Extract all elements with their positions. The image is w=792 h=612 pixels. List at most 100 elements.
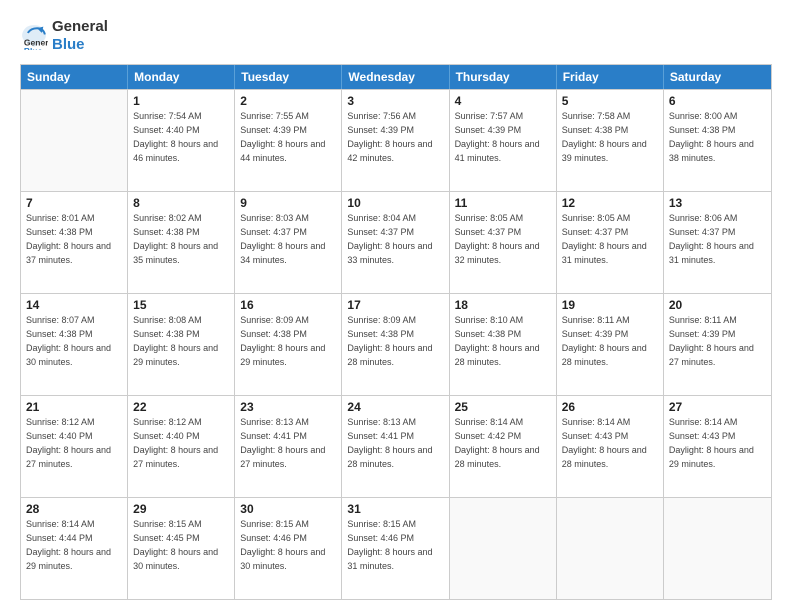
day-number: 24 <box>347 399 443 415</box>
cell-info: Sunrise: 8:12 AMSunset: 4:40 PMDaylight:… <box>133 417 218 468</box>
day-header-friday: Friday <box>557 65 664 89</box>
logo-icon: General Blue <box>20 22 48 50</box>
cell-info: Sunrise: 8:13 AMSunset: 4:41 PMDaylight:… <box>347 417 432 468</box>
day-number: 5 <box>562 93 658 109</box>
cell-info: Sunrise: 8:07 AMSunset: 4:38 PMDaylight:… <box>26 315 111 366</box>
calendar-cell: 8Sunrise: 8:02 AMSunset: 4:38 PMDaylight… <box>128 192 235 293</box>
calendar-row-2: 7 Sunrise: 8:01 AMSunset: 4:38 PMDaylight… <box>21 191 771 293</box>
day-number: 6 <box>669 93 766 109</box>
calendar-cell: 31 Sunrise: 8:15 AMSunset: 4:46 PMDayligh… <box>342 498 449 599</box>
day-number: 4 <box>455 93 551 109</box>
day-number: 10 <box>347 195 443 211</box>
calendar-row-1: 1 Sunrise: 7:54 AMSunset: 4:40 PMDaylight… <box>21 89 771 191</box>
calendar-cell: 9 Sunrise: 8:03 AMSunset: 4:37 PMDaylight… <box>235 192 342 293</box>
cell-info: Sunrise: 8:08 AMSunset: 4:38 PMDaylight:… <box>133 315 218 366</box>
calendar-cell: 20 Sunrise: 8:11 AMSunset: 4:39 PMDayligh… <box>664 294 771 395</box>
day-number: 30 <box>240 501 336 517</box>
day-number: 3 <box>347 93 443 109</box>
day-header-wednesday: Wednesday <box>342 65 449 89</box>
calendar-cell: 19 Sunrise: 8:11 AMSunset: 4:39 PMDayligh… <box>557 294 664 395</box>
cell-info: Sunrise: 8:14 AMSunset: 4:43 PMDaylight:… <box>562 417 647 468</box>
day-number: 1 <box>133 93 229 109</box>
cell-info: Sunrise: 8:15 AMSunset: 4:45 PMDaylight:… <box>133 519 218 570</box>
cell-info: Sunrise: 8:05 AMSunset: 4:37 PMDaylight:… <box>562 213 647 264</box>
day-number: 9 <box>240 195 336 211</box>
day-number: 18 <box>455 297 551 313</box>
calendar-cell: 2 Sunrise: 7:55 AMSunset: 4:39 PMDaylight… <box>235 90 342 191</box>
day-header-saturday: Saturday <box>664 65 771 89</box>
day-number: 7 <box>26 195 122 211</box>
cell-info: Sunrise: 8:11 AMSunset: 4:39 PMDaylight:… <box>562 315 647 366</box>
calendar-cell: 11Sunrise: 8:05 AMSunset: 4:37 PMDayligh… <box>450 192 557 293</box>
cell-info: Sunrise: 8:14 AMSunset: 4:42 PMDaylight:… <box>455 417 540 468</box>
logo: General Blue General Blue <box>20 18 108 54</box>
day-number: 20 <box>669 297 766 313</box>
cell-info: Sunrise: 8:09 AMSunset: 4:38 PMDaylight:… <box>347 315 432 366</box>
calendar-cell: 28 Sunrise: 8:14 AMSunset: 4:44 PMDayligh… <box>21 498 128 599</box>
calendar-cell: 23 Sunrise: 8:13 AMSunset: 4:41 PMDayligh… <box>235 396 342 497</box>
calendar-cell: 29 Sunrise: 8:15 AMSunset: 4:45 PMDayligh… <box>128 498 235 599</box>
cell-info: Sunrise: 7:54 AMSunset: 4:40 PMDaylight:… <box>133 111 218 162</box>
cell-info: Sunrise: 7:57 AMSunset: 4:39 PMDaylight:… <box>455 111 540 162</box>
calendar-cell: 1 Sunrise: 7:54 AMSunset: 4:40 PMDaylight… <box>128 90 235 191</box>
day-number: 12 <box>562 195 658 211</box>
day-number: 31 <box>347 501 443 517</box>
calendar: SundayMondayTuesdayWednesdayThursdayFrid… <box>20 64 772 600</box>
cell-info: Sunrise: 8:15 AMSunset: 4:46 PMDaylight:… <box>347 519 432 570</box>
cell-info: Sunrise: 8:06 AMSunset: 4:37 PMDaylight:… <box>669 213 754 264</box>
calendar-cell: 30 Sunrise: 8:15 AMSunset: 4:46 PMDayligh… <box>235 498 342 599</box>
day-header-sunday: Sunday <box>21 65 128 89</box>
cell-info: Sunrise: 8:05 AMSunset: 4:37 PMDaylight:… <box>455 213 540 264</box>
calendar-row-4: 21 Sunrise: 8:12 AMSunset: 4:40 PMDayligh… <box>21 395 771 497</box>
day-number: 8 <box>133 195 229 211</box>
cell-info: Sunrise: 8:15 AMSunset: 4:46 PMDaylight:… <box>240 519 325 570</box>
cell-info: Sunrise: 8:04 AMSunset: 4:37 PMDaylight:… <box>347 213 432 264</box>
calendar-cell: 15 Sunrise: 8:08 AMSunset: 4:38 PMDayligh… <box>128 294 235 395</box>
calendar-cell: 16 Sunrise: 8:09 AMSunset: 4:38 PMDayligh… <box>235 294 342 395</box>
day-number: 2 <box>240 93 336 109</box>
cell-info: Sunrise: 8:03 AMSunset: 4:37 PMDaylight:… <box>240 213 325 264</box>
day-number: 25 <box>455 399 551 415</box>
calendar-cell: 25 Sunrise: 8:14 AMSunset: 4:42 PMDayligh… <box>450 396 557 497</box>
calendar-cell: 13 Sunrise: 8:06 AMSunset: 4:37 PMDayligh… <box>664 192 771 293</box>
calendar-cell: 22Sunrise: 8:12 AMSunset: 4:40 PMDayligh… <box>128 396 235 497</box>
day-number: 21 <box>26 399 122 415</box>
calendar-header: SundayMondayTuesdayWednesdayThursdayFrid… <box>21 65 771 89</box>
calendar-cell: 4 Sunrise: 7:57 AMSunset: 4:39 PMDaylight… <box>450 90 557 191</box>
logo-text: General Blue <box>52 18 108 54</box>
day-number: 15 <box>133 297 229 313</box>
day-header-thursday: Thursday <box>450 65 557 89</box>
calendar-cell: 6 Sunrise: 8:00 AMSunset: 4:38 PMDaylight… <box>664 90 771 191</box>
cell-info: Sunrise: 8:11 AMSunset: 4:39 PMDaylight:… <box>669 315 754 366</box>
day-number: 13 <box>669 195 766 211</box>
calendar-cell: 24 Sunrise: 8:13 AMSunset: 4:41 PMDayligh… <box>342 396 449 497</box>
day-number: 19 <box>562 297 658 313</box>
day-header-monday: Monday <box>128 65 235 89</box>
cell-info: Sunrise: 8:14 AMSunset: 4:44 PMDaylight:… <box>26 519 111 570</box>
day-number: 16 <box>240 297 336 313</box>
calendar-cell: 3 Sunrise: 7:56 AMSunset: 4:39 PMDaylight… <box>342 90 449 191</box>
day-header-tuesday: Tuesday <box>235 65 342 89</box>
cell-info: Sunrise: 8:10 AMSunset: 4:38 PMDaylight:… <box>455 315 540 366</box>
day-number: 29 <box>133 501 229 517</box>
cell-info: Sunrise: 8:01 AMSunset: 4:38 PMDaylight:… <box>26 213 111 264</box>
cell-info: Sunrise: 8:14 AMSunset: 4:43 PMDaylight:… <box>669 417 754 468</box>
calendar-cell: 7 Sunrise: 8:01 AMSunset: 4:38 PMDaylight… <box>21 192 128 293</box>
cell-info: Sunrise: 7:55 AMSunset: 4:39 PMDaylight:… <box>240 111 325 162</box>
calendar-cell <box>21 90 128 191</box>
calendar-cell: 26 Sunrise: 8:14 AMSunset: 4:43 PMDayligh… <box>557 396 664 497</box>
day-number: 27 <box>669 399 766 415</box>
svg-text:Blue: Blue <box>24 46 43 50</box>
cell-info: Sunrise: 8:00 AMSunset: 4:38 PMDaylight:… <box>669 111 754 162</box>
calendar-row-5: 28 Sunrise: 8:14 AMSunset: 4:44 PMDayligh… <box>21 497 771 599</box>
calendar-body: 1 Sunrise: 7:54 AMSunset: 4:40 PMDaylight… <box>21 89 771 599</box>
day-number: 26 <box>562 399 658 415</box>
calendar-cell: 10 Sunrise: 8:04 AMSunset: 4:37 PMDayligh… <box>342 192 449 293</box>
cell-info: Sunrise: 8:09 AMSunset: 4:38 PMDaylight:… <box>240 315 325 366</box>
page: General Blue General Blue SundayMondayTu… <box>0 0 792 612</box>
calendar-cell: 17Sunrise: 8:09 AMSunset: 4:38 PMDayligh… <box>342 294 449 395</box>
cell-info: Sunrise: 7:56 AMSunset: 4:39 PMDaylight:… <box>347 111 432 162</box>
cell-info: Sunrise: 8:13 AMSunset: 4:41 PMDaylight:… <box>240 417 325 468</box>
day-number: 28 <box>26 501 122 517</box>
day-number: 23 <box>240 399 336 415</box>
